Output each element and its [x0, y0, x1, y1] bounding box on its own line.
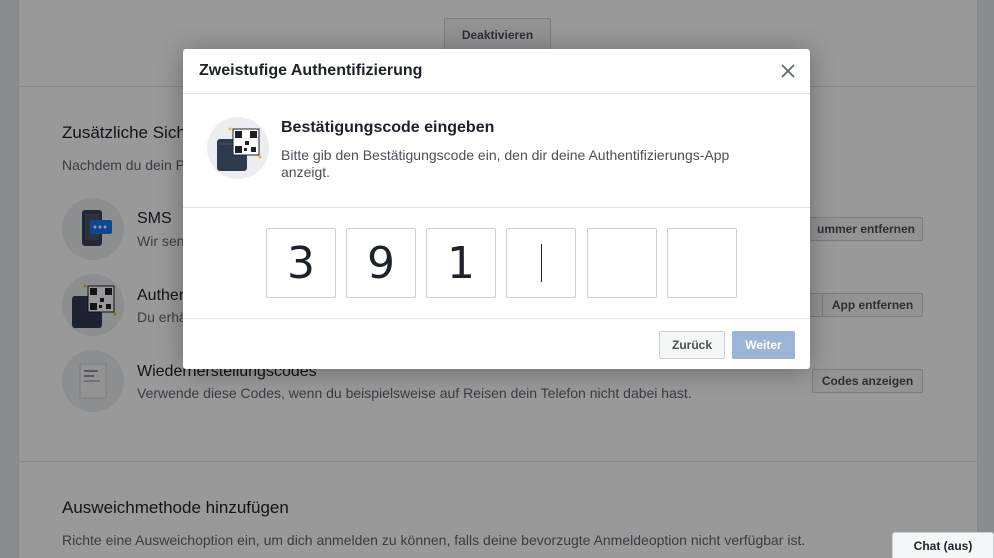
dialog-intro: Bestätigungscode eingeben Bitte gib den … [183, 94, 810, 208]
code-digit-3[interactable]: 1 [426, 228, 496, 298]
dialog-header: Zweistufige Authentifizierung [183, 49, 810, 94]
two-factor-dialog: Zweistufige Authentifizierung Bestätigun… [183, 49, 810, 369]
text-caret [540, 244, 542, 282]
code-digit-1[interactable]: 3 [266, 228, 336, 298]
code-description: Bitte gib den Bestätigungscode ein, den … [281, 147, 730, 180]
code-digit-6[interactable] [667, 228, 737, 298]
back-button[interactable]: Zurück [659, 331, 725, 359]
close-icon[interactable] [776, 59, 800, 83]
next-button[interactable]: Weiter [732, 331, 795, 359]
chat-tab[interactable]: Chat (aus) [892, 532, 994, 558]
code-digit-2[interactable]: 9 [346, 228, 416, 298]
code-input-group: 3 9 1 [183, 208, 810, 319]
authenticator-qr-icon [207, 117, 269, 179]
code-digit-5[interactable] [587, 228, 657, 298]
code-heading: Bestätigungscode eingeben [281, 119, 495, 136]
dialog-title: Zweistufige Authentifizierung [199, 62, 423, 79]
code-digit-4[interactable] [506, 228, 576, 298]
